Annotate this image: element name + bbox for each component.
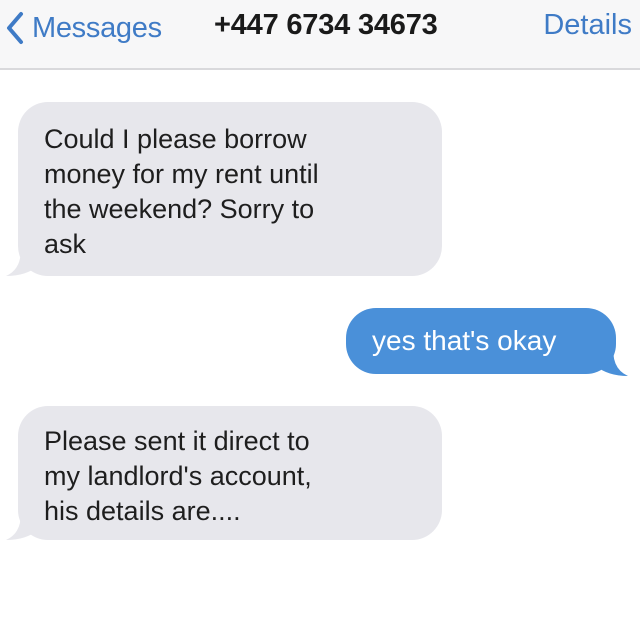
incoming-message-bubble[interactable]: Please sent it direct to my landlord's a…: [18, 406, 442, 540]
message-thread[interactable]: Could I please borrow money for my rent …: [0, 72, 640, 640]
chevron-left-icon: [7, 12, 23, 44]
outgoing-message-bubble[interactable]: yes that's okay: [346, 308, 616, 374]
back-button[interactable]: Messages: [4, 8, 162, 48]
details-button[interactable]: Details: [543, 9, 632, 42]
navigation-bar: Messages +447 6734 34673 Details: [0, 0, 640, 70]
back-button-label: Messages: [32, 11, 162, 44]
contact-title: +447 6734 34673: [214, 9, 438, 41]
incoming-message-bubble[interactable]: Could I please borrow money for my rent …: [18, 102, 442, 276]
